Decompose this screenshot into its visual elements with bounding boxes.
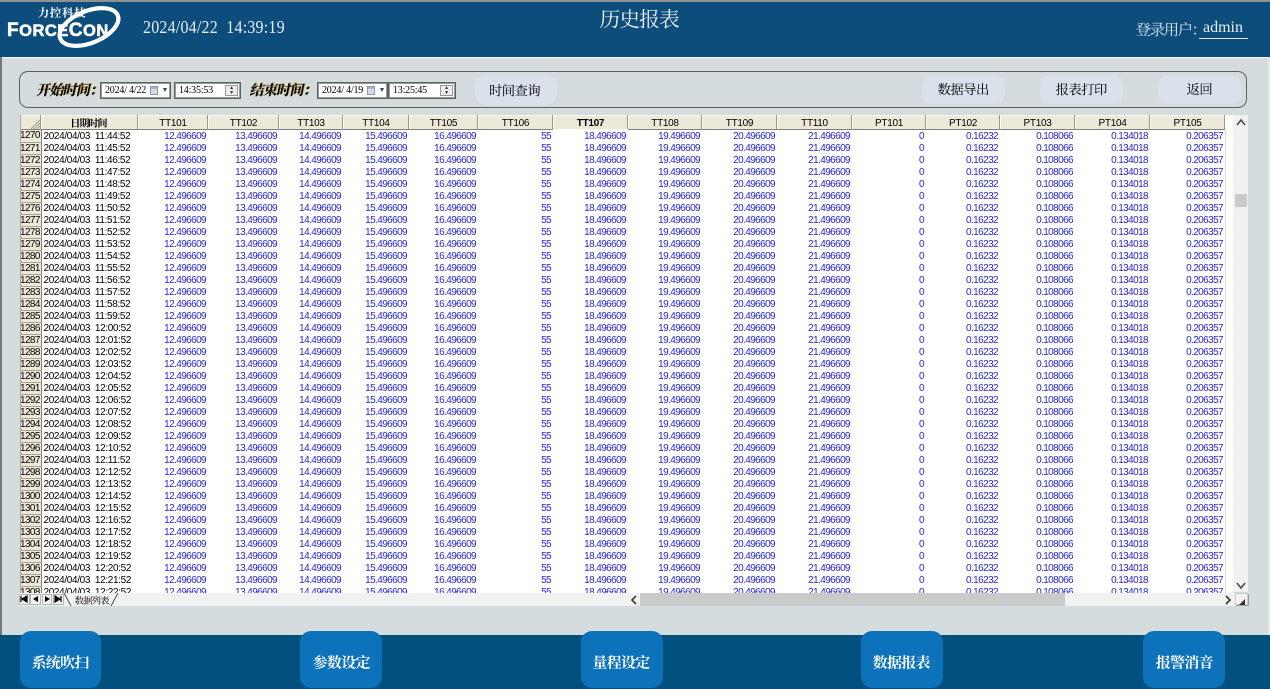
svg-text:FORCECON: FORCECON xyxy=(7,20,109,41)
